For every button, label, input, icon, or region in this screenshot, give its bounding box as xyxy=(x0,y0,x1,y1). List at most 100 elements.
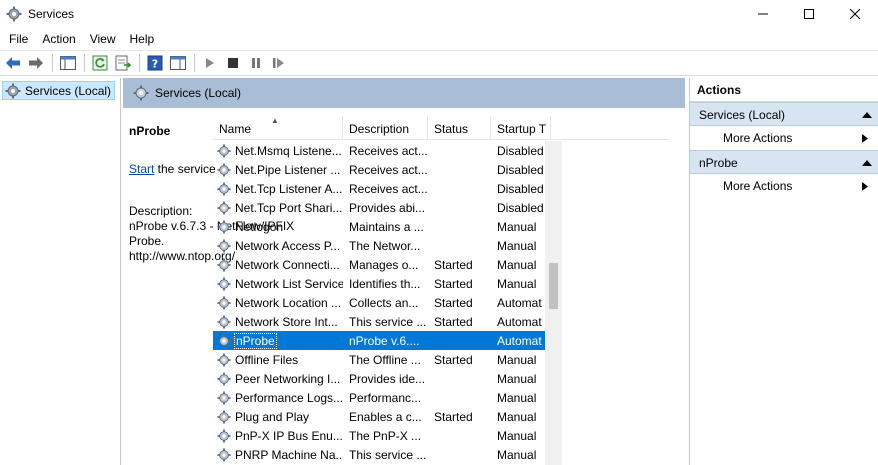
list-body: Net.Msmq Listene... Receives act... Disabl… xyxy=(213,141,553,465)
table-row[interactable]: PnP-X IP Bus Enu... The PnP-X ... Manual xyxy=(213,426,553,445)
cell-startup-type: Disabled xyxy=(497,200,544,215)
stop-service-button[interactable] xyxy=(222,52,244,74)
scrollbar-thumb[interactable] xyxy=(549,263,558,309)
table-row[interactable]: Peer Networking I... Provides ide... Manua… xyxy=(213,369,553,388)
toolbar-separator xyxy=(84,54,85,72)
cell-description: Identifies th... xyxy=(349,276,421,291)
toolbar-separator xyxy=(194,54,195,72)
cell-description: Collects an... xyxy=(349,295,419,310)
cell-startup-type: Manual xyxy=(497,276,537,291)
back-button[interactable] xyxy=(2,52,24,74)
cell-startup-type: Manual xyxy=(497,238,537,253)
center-header-title: Services (Local) xyxy=(155,86,242,100)
service-name: Netlogon xyxy=(235,219,284,234)
service-gear-icon xyxy=(217,238,231,253)
vertical-scrollbar[interactable] xyxy=(545,141,562,465)
table-row[interactable]: Offline Files The Offline ... Started Manua… xyxy=(213,350,553,369)
table-row[interactable]: Net.Pipe Listener ... Receives act... Disa… xyxy=(213,160,553,179)
table-row[interactable]: Network List Service Identifies th... Star… xyxy=(213,274,553,293)
action-pane-icon xyxy=(170,56,186,70)
service-name: Peer Networking I... xyxy=(235,371,341,386)
table-row[interactable]: Network Access P... The Networ... Manual xyxy=(213,236,553,255)
action-section-services-local[interactable]: Services (Local) xyxy=(690,102,878,126)
close-button[interactable] xyxy=(832,0,878,28)
action-section-label: nProbe xyxy=(699,156,738,170)
table-row[interactable]: Netlogon Maintains a ... Manual xyxy=(213,217,553,236)
service-name: Network Access P... xyxy=(235,238,341,253)
table-row[interactable]: Network Connecti... Manages o... Started Ma… xyxy=(213,255,553,274)
action-section-nprobe[interactable]: nProbe xyxy=(690,150,878,174)
column-header-status[interactable]: Status xyxy=(428,116,491,140)
table-row[interactable]: Net.Tcp Listener A... Receives act... Disa… xyxy=(213,179,553,198)
service-name: Performance Logs... xyxy=(235,390,343,405)
table-row[interactable]: Network Store Int... This service ... Star… xyxy=(213,312,553,331)
table-row[interactable]: Network Location ... Collects an... Starte… xyxy=(213,293,553,312)
menu-help[interactable]: Help xyxy=(123,29,162,49)
service-name: Network Connecti... xyxy=(235,257,340,272)
table-row[interactable]: Plug and Play Enables a c... Started Manual xyxy=(213,407,553,426)
start-service-link[interactable]: Start xyxy=(129,162,154,176)
cell-name: Net.Tcp Listener A... xyxy=(213,182,343,196)
column-header-description[interactable]: Description xyxy=(343,116,428,140)
cell-description: Receives act... xyxy=(349,162,428,177)
table-row[interactable]: Net.Msmq Listene... Receives act... Disabl… xyxy=(213,141,553,160)
actions-pane: Actions Services (Local) More Actions nP… xyxy=(689,78,878,465)
refresh-icon xyxy=(92,55,108,71)
cell-startup-type: Disabled xyxy=(497,162,544,177)
stop-icon xyxy=(228,58,238,68)
cell-name: Network List Service xyxy=(213,277,343,291)
cell-name: Net.Msmq Listene... xyxy=(213,144,343,158)
more-actions-nprobe[interactable]: More Actions xyxy=(690,174,878,198)
export-list-button[interactable] xyxy=(112,52,134,74)
play-icon xyxy=(206,58,214,68)
restart-service-button[interactable] xyxy=(268,52,290,74)
service-gear-icon xyxy=(217,143,231,158)
toolbar-separator xyxy=(139,54,140,72)
show-hide-console-tree-button[interactable] xyxy=(57,52,79,74)
minimize-button[interactable] xyxy=(740,0,786,28)
collapse-up-icon xyxy=(862,112,872,118)
column-header-startup-type[interactable]: Startup T xyxy=(491,116,551,140)
minimize-icon xyxy=(758,13,768,15)
table-row[interactable]: nProbe nProbe v.6.... Automat xyxy=(213,331,553,350)
pause-icon xyxy=(252,58,260,68)
cell-name: Network Access P... xyxy=(213,239,343,253)
cell-status: Started xyxy=(434,295,473,310)
service-name: Network Location ... xyxy=(235,295,342,310)
cell-startup-type: Manual xyxy=(497,390,537,405)
refresh-button[interactable] xyxy=(89,52,111,74)
list-header: ▲ Name Description Status Startup T xyxy=(213,116,669,140)
menu-view[interactable]: View xyxy=(83,29,123,49)
table-row[interactable]: Performance Logs... Performanc... Manual xyxy=(213,388,553,407)
pause-service-button[interactable] xyxy=(245,52,267,74)
restart-icon xyxy=(273,58,284,68)
start-service-button[interactable] xyxy=(199,52,221,74)
forward-button[interactable] xyxy=(25,52,47,74)
menu-action[interactable]: Action xyxy=(35,29,82,49)
service-name: Net.Msmq Listene... xyxy=(235,143,342,158)
table-row[interactable]: Net.Tcp Port Shari... Provides abi... Disa… xyxy=(213,198,553,217)
service-gear-icon xyxy=(217,333,231,348)
service-gear-icon xyxy=(217,200,231,215)
cell-name: Plug and Play xyxy=(213,410,343,424)
column-header-name[interactable]: ▲ Name xyxy=(213,116,343,140)
services-gear-icon xyxy=(6,6,22,22)
cell-status: Started xyxy=(434,409,473,424)
cell-startup-type: Automat xyxy=(497,314,542,329)
cell-description: Provides ide... xyxy=(349,371,426,386)
more-actions-services-local[interactable]: More Actions xyxy=(690,126,878,150)
export-list-icon xyxy=(115,55,131,71)
menu-file[interactable]: File xyxy=(2,29,35,49)
show-hide-action-pane-button[interactable] xyxy=(167,52,189,74)
service-name: PNRP Machine Na... xyxy=(235,447,343,462)
table-row[interactable]: PNRP Machine Na... This service ... Manual xyxy=(213,445,553,464)
cell-status: Started xyxy=(434,314,473,329)
center-header: Services (Local) xyxy=(123,78,685,108)
cell-status: Started xyxy=(434,257,473,272)
cell-name: nProbe xyxy=(213,332,343,349)
tree-item-services-local[interactable]: Services (Local) xyxy=(2,81,116,100)
service-name: Network List Service xyxy=(235,276,343,291)
back-arrow-icon xyxy=(6,57,20,69)
maximize-button[interactable] xyxy=(786,0,832,28)
help-button[interactable]: ? xyxy=(144,52,166,74)
